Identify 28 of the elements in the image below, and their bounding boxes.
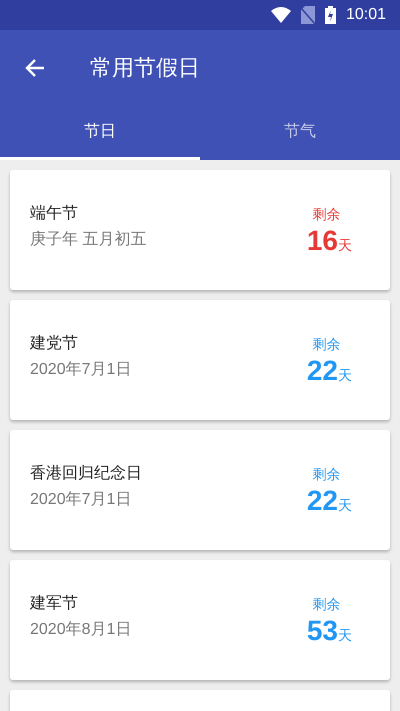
- page-title: 常用节假日: [90, 54, 200, 82]
- holiday-card[interactable]: 香港回归纪念日 2020年7月1日 剩余 22天: [10, 430, 390, 550]
- holiday-date: 2020年8月1日: [30, 620, 132, 640]
- holiday-name: 建军节: [30, 594, 79, 614]
- holiday-date: 2020年7月1日: [30, 490, 132, 510]
- holiday-card[interactable]: 建党节 2020年7月1日 剩余 22天: [10, 300, 390, 420]
- back-arrow-icon: [25, 58, 45, 78]
- days-remaining: 22天: [306, 487, 352, 516]
- battery-charging-icon: [324, 6, 336, 24]
- holiday-name: 端午节: [30, 204, 79, 224]
- holiday-name: 建党节: [30, 334, 79, 354]
- days-remaining: 53天: [306, 617, 352, 646]
- remaining-label: 剩余: [312, 205, 340, 224]
- status-time: 10:01: [346, 5, 386, 25]
- holiday-name: 香港回归纪念日: [30, 464, 143, 484]
- remaining-label: 剩余: [312, 595, 340, 614]
- holiday-date: 2020年7月1日: [30, 360, 132, 380]
- remaining-label: 剩余: [312, 465, 340, 484]
- days-remaining: 22天: [306, 357, 352, 386]
- days-remaining: 16天: [306, 227, 352, 256]
- tab[interactable]: 节气: [200, 105, 400, 160]
- remaining-label: 剩余: [312, 335, 340, 354]
- no-sim-icon: [300, 6, 315, 24]
- holiday-card[interactable]: 建军节 2020年8月1日 剩余 53天: [10, 560, 390, 680]
- wifi-icon: [270, 7, 291, 23]
- holiday-card[interactable]: 端午节 庚子年 五月初五 剩余 16天: [10, 170, 390, 290]
- tab[interactable]: 节日: [0, 105, 200, 160]
- holiday-date: 庚子年 五月初五: [30, 230, 148, 250]
